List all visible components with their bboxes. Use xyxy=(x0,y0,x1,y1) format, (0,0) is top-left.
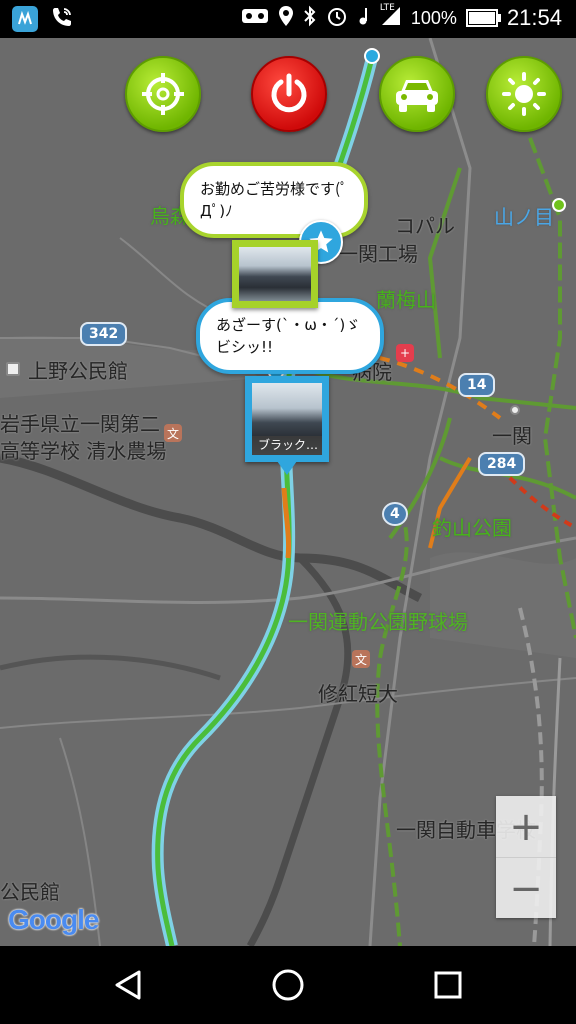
greeting-bubble-text: お勤めご苦労様です(ﾟДﾟ)ﾉ xyxy=(200,180,348,220)
route-pin xyxy=(364,48,380,64)
reply-bubble[interactable]: あざーす(`・ω・´)ゞ ビシッ!! xyxy=(196,298,384,374)
map-label-ueno: 上野公民館 xyxy=(28,359,128,383)
crosshair-icon xyxy=(142,73,184,115)
brightness-button[interactable] xyxy=(486,56,562,132)
car-button[interactable] xyxy=(379,56,455,132)
bluetooth-icon xyxy=(303,5,317,31)
lte-signal-icon: LTE xyxy=(380,3,402,31)
poi-ueno-marker xyxy=(6,362,20,376)
route-shield-284: 284 xyxy=(478,452,526,476)
home-icon xyxy=(272,969,304,1001)
phone-icon xyxy=(50,5,74,33)
map-label-baseball: 一関運動公園野球場 xyxy=(288,610,468,634)
recents-button[interactable] xyxy=(418,960,478,1010)
map-label-factory: 一関工場 xyxy=(338,242,418,266)
clock: 21:54 xyxy=(506,5,562,30)
zoom-in-button[interactable]: + xyxy=(496,796,556,857)
home-button[interactable] xyxy=(258,960,318,1010)
map-label-ichinoseki: 一関 xyxy=(492,424,532,448)
battery-icon xyxy=(465,9,501,27)
route-shield-4: 4 xyxy=(382,502,408,526)
school-icon-2: 文 xyxy=(352,650,370,668)
music-icon xyxy=(357,5,371,31)
map-label-school1: 岩手県立一関第二 xyxy=(0,412,160,436)
google-logo: Google xyxy=(8,904,99,935)
map-label-tsuriyama: 釣山公園 xyxy=(432,516,512,540)
alarm-icon xyxy=(326,5,348,31)
power-icon xyxy=(271,73,307,113)
app-notification-icon xyxy=(12,6,38,32)
city-dot xyxy=(510,405,520,415)
map-label-kopal: コパル xyxy=(395,214,455,238)
map-label-komin: 公民館 xyxy=(0,880,60,904)
photo-marker-pointer xyxy=(277,461,297,475)
car-icon xyxy=(396,80,438,112)
photo-caption: ブラック… xyxy=(252,436,322,455)
recents-icon xyxy=(434,971,462,999)
station-marker xyxy=(552,198,566,212)
zoom-out-button[interactable]: − xyxy=(496,858,556,919)
photo-marker-blue[interactable]: ブラック… xyxy=(245,376,329,462)
reply-bubble-line1: あざーす(`・ω・´)ゞ xyxy=(216,316,361,334)
map-label-shukoku: 修紅短大 xyxy=(318,682,398,706)
back-button[interactable] xyxy=(98,960,158,1010)
route-shield-14: 14 xyxy=(458,373,496,397)
battery-percent: 100% xyxy=(410,7,457,28)
car-thumbnail xyxy=(239,247,311,301)
back-icon xyxy=(115,970,141,1000)
photo-marker-green[interactable] xyxy=(232,240,318,308)
power-button[interactable] xyxy=(251,56,327,132)
route-shield-342: 342 xyxy=(80,322,128,346)
status-bar: LTE 100% 21:54 xyxy=(0,0,576,38)
sun-icon xyxy=(502,72,546,116)
navigation-bar xyxy=(0,946,576,1024)
zoom-controls: + − xyxy=(496,796,556,918)
reply-bubble-line2: ビシッ!! xyxy=(216,338,274,356)
map-label-rambaisan: 蘭梅山 xyxy=(376,288,436,312)
locate-button[interactable] xyxy=(125,56,201,132)
vr-icon xyxy=(241,6,269,30)
map-label-yamanome: 山ノ目 xyxy=(494,205,554,229)
greeting-bubble[interactable]: お勤めご苦労様です(ﾟДﾟ)ﾉ xyxy=(180,162,368,238)
location-icon xyxy=(278,5,294,31)
school-icon: 文 xyxy=(164,424,182,442)
map-label-school2: 高等学校 清水農場 xyxy=(0,439,167,463)
hospital-icon: + xyxy=(396,344,414,362)
